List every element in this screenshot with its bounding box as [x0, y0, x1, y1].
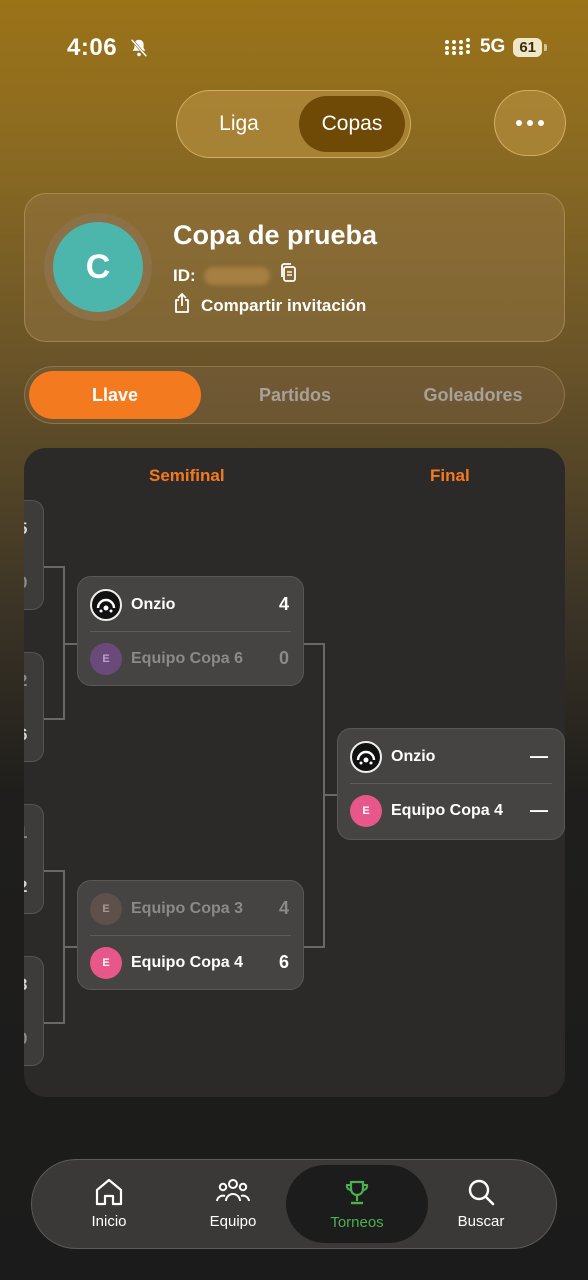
nav-label: Buscar: [457, 1212, 505, 1230]
connector-line: [44, 1022, 65, 1024]
team-name: Equipo Copa 3: [131, 899, 243, 917]
cup-title: Copa de prueba: [173, 220, 378, 250]
nav-label: Torneos: [330, 1213, 384, 1231]
team-score: 0: [278, 648, 289, 668]
status-time: 4:06: [67, 34, 118, 61]
more-options-button[interactable]: [494, 90, 566, 156]
toggle-liga[interactable]: Liga: [183, 96, 295, 152]
home-icon: [95, 1178, 123, 1205]
match-team-row: E Equipo Copa 4 —: [338, 784, 564, 837]
match-team-row: Onzio 4: [78, 578, 303, 631]
tab-partidos[interactable]: Partidos: [215, 371, 375, 419]
match-team-row: E Equipo Copa 3 4: [78, 882, 303, 935]
connector-line: [44, 718, 65, 720]
team-initial-avatar: E: [90, 642, 122, 675]
onzio-logo-icon: [90, 588, 122, 621]
round-label-semifinal: Semifinal: [149, 466, 225, 485]
quarterfinal-card-1[interactable]: 5 0: [24, 500, 44, 610]
semifinal-match-2[interactable]: E Equipo Copa 3 4 E Equipo Copa 4 6: [77, 880, 304, 990]
tab-goleadores[interactable]: Goleadores: [393, 371, 553, 419]
connector-line: [303, 946, 325, 948]
semifinal-match-1[interactable]: Onzio 4 E Equipo Copa 6 0: [77, 576, 304, 686]
team-score: —: [530, 800, 548, 820]
team-name: Equipo Copa 4: [131, 953, 243, 971]
connector-line: [63, 946, 77, 948]
team-name: Onzio: [391, 747, 436, 765]
network-label: 5G: [479, 36, 506, 57]
more-dots-icon: [516, 120, 522, 126]
match-team-row: E Equipo Copa 4 6: [78, 936, 303, 989]
trophy-icon: [345, 1180, 369, 1204]
team-name: Equipo Copa 6: [131, 649, 243, 667]
final-match[interactable]: Onzio — E Equipo Copa 4 —: [337, 728, 565, 840]
onzio-logo-icon: [350, 740, 382, 773]
toggle-copas[interactable]: Copas: [299, 96, 405, 152]
share-icon: [173, 292, 191, 319]
mute-bell-icon: [128, 37, 150, 64]
status-indicators: 5G 61: [444, 36, 547, 58]
nav-item-equipo[interactable]: Equipo: [176, 1160, 290, 1246]
cup-avatar: C: [53, 222, 143, 312]
team-initial-avatar: E: [90, 946, 122, 979]
team-name: Equipo Copa 4: [391, 801, 503, 819]
team-name: Onzio: [131, 595, 176, 613]
connector-line: [63, 643, 77, 645]
round-label-final: Final: [430, 466, 470, 485]
cup-tabs: Llave Partidos Goleadores: [24, 366, 565, 424]
connector-line: [44, 566, 65, 568]
quarterfinal-card-4[interactable]: 3 0: [24, 956, 44, 1066]
liga-copas-toggle: Liga Copas: [176, 90, 411, 158]
battery-indicator: 61: [513, 37, 547, 57]
nav-item-buscar[interactable]: Buscar: [424, 1160, 538, 1246]
team-icon: [216, 1178, 250, 1201]
share-invite-label: Compartir invitación: [201, 295, 367, 315]
copy-icon[interactable]: [278, 262, 298, 289]
connector-line: [323, 794, 337, 796]
connector-line: [44, 870, 65, 872]
quarterfinal-card-3[interactable]: 1 2: [24, 804, 44, 914]
team-initial-avatar: E: [350, 794, 382, 827]
team-score: —: [530, 746, 548, 766]
nav-item-inicio[interactable]: Inicio: [52, 1160, 166, 1246]
cup-id-value-redacted: [203, 266, 270, 285]
bracket-panel[interactable]: Semifinal Final 5 0 2 6 1 2 3 0 Onzio 4: [24, 448, 565, 1097]
nav-label: Equipo: [209, 1212, 257, 1230]
match-team-row: E Equipo Copa 6 0: [78, 632, 303, 685]
bottom-navigation: Inicio Equipo Torneos Buscar: [31, 1159, 557, 1249]
share-invite-link[interactable]: Compartir invitación: [173, 292, 366, 319]
connector-line: [303, 643, 325, 645]
cup-id-label: ID:: [173, 265, 196, 285]
quarterfinal-card-2[interactable]: 2 6: [24, 652, 44, 762]
cup-id-row: ID:: [173, 262, 298, 289]
team-score: 4: [278, 594, 289, 614]
team-score: 4: [278, 898, 289, 918]
nav-label: Inicio: [91, 1212, 127, 1230]
team-score: 6: [278, 952, 289, 972]
search-icon: [468, 1179, 495, 1205]
nav-item-torneos[interactable]: Torneos: [286, 1165, 428, 1243]
team-initial-avatar: E: [90, 892, 122, 925]
tab-llave[interactable]: Llave: [29, 371, 201, 419]
match-team-row: Onzio —: [338, 730, 564, 783]
signal-icon: [444, 38, 470, 55]
